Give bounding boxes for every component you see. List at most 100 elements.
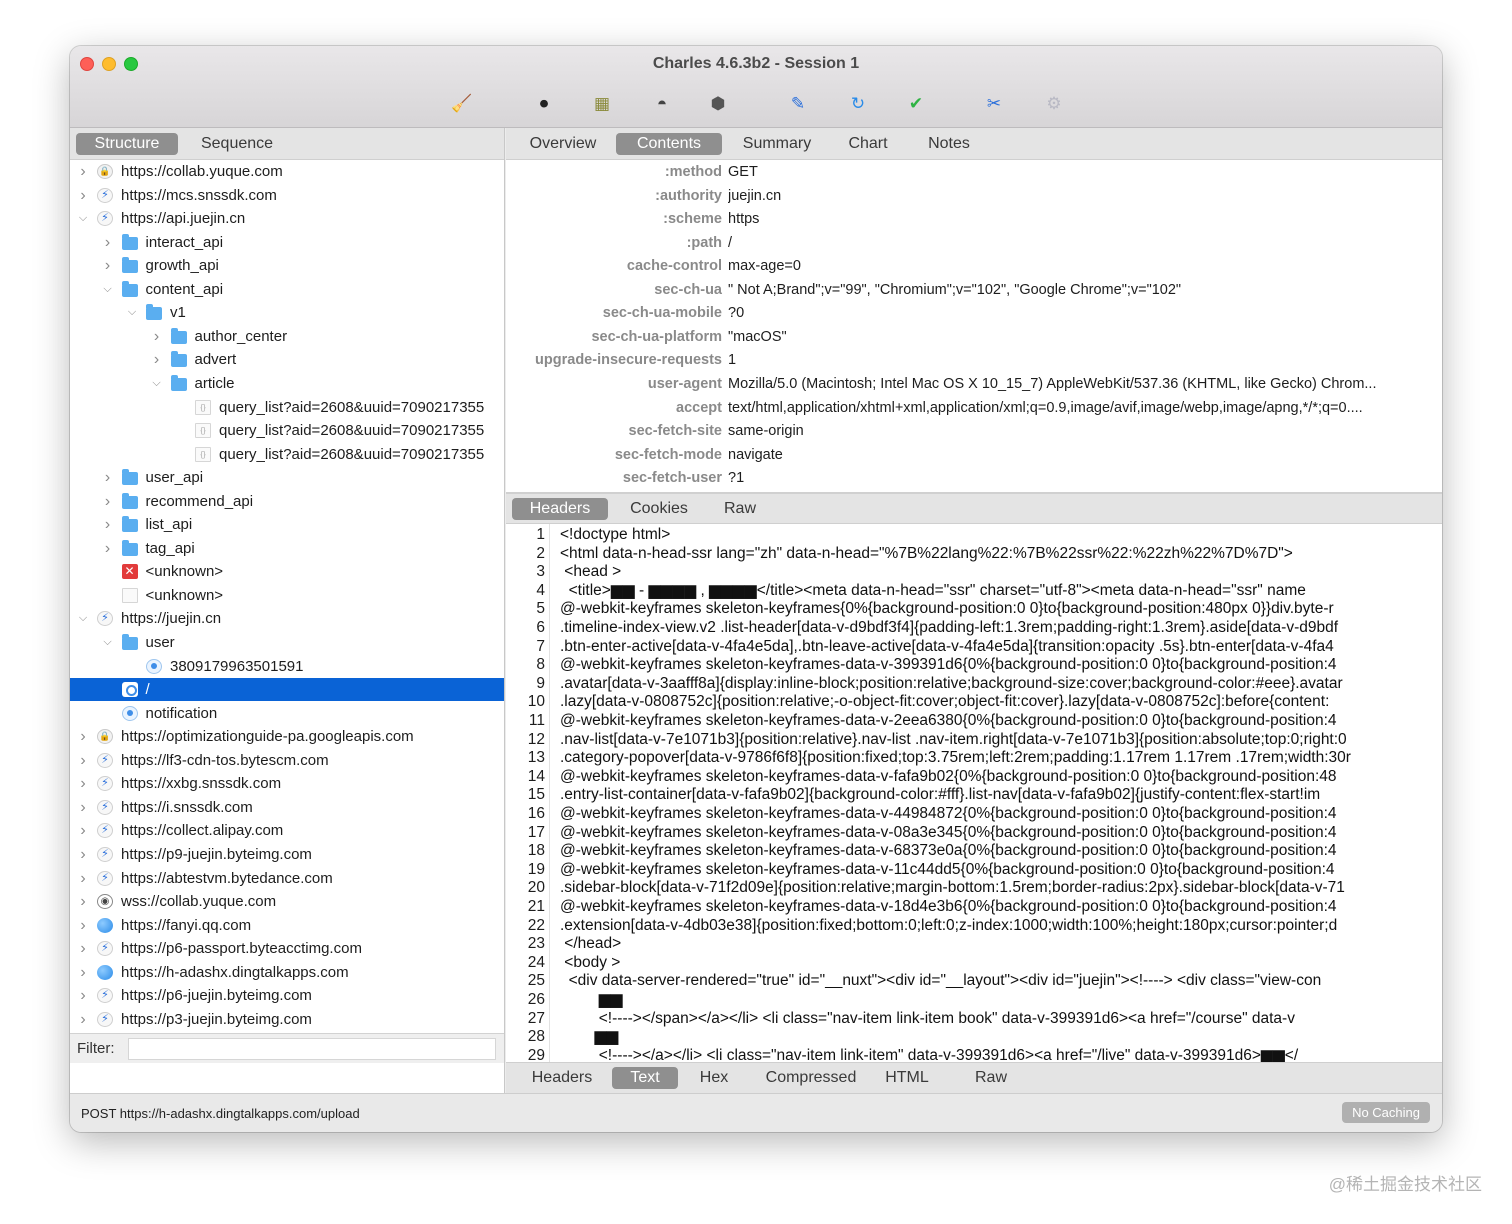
tab-notes[interactable]: Notes bbox=[916, 133, 982, 155]
chevron-right-icon[interactable]: › bbox=[77, 1008, 89, 1031]
subtab-cookies[interactable]: Cookies bbox=[616, 498, 702, 520]
tree-row[interactable]: › ⚡ https://xxbg.snssdk.com bbox=[70, 772, 504, 795]
subtab-headers[interactable]: Headers bbox=[512, 498, 608, 520]
header-row[interactable]: :scheme https bbox=[506, 208, 1442, 232]
chevron-right-icon[interactable]: › bbox=[102, 490, 114, 513]
chevron-right-icon[interactable]: › bbox=[102, 513, 114, 536]
chevron-right-icon[interactable]: › bbox=[77, 796, 89, 819]
tree-row[interactable]: notification bbox=[70, 702, 504, 725]
tree-row[interactable]: {} query_list?aid=2608&uuid=7090217355 bbox=[70, 396, 504, 419]
tree-row[interactable]: › ⚡ https://mcs.snssdk.com bbox=[70, 184, 504, 207]
stop-icon[interactable]: ⬢ bbox=[706, 92, 730, 114]
chevron-right-icon[interactable]: › bbox=[77, 819, 89, 842]
header-row[interactable]: sec-ch-ua-platform "macOS" bbox=[506, 326, 1442, 350]
tree-row[interactable]: ⌵ v1 bbox=[70, 301, 504, 324]
chevron-right-icon[interactable]: › bbox=[77, 184, 89, 207]
chevron-right-icon[interactable]: › bbox=[151, 348, 163, 371]
tree-row[interactable]: › ⚡ https://p6-passport.byteacctimg.com bbox=[70, 937, 504, 960]
turtle-icon[interactable]: ◓ bbox=[650, 92, 674, 114]
chevron-right-icon[interactable]: › bbox=[102, 466, 114, 489]
tree-row[interactable]: › ⚡ https://collect.alipay.com bbox=[70, 819, 504, 842]
header-row[interactable]: :authority juejin.cn bbox=[506, 185, 1442, 209]
chevron-down-icon[interactable]: ⌵ bbox=[151, 372, 163, 395]
tree-row[interactable]: {} query_list?aid=2608&uuid=7090217355 bbox=[70, 419, 504, 442]
tree-row[interactable]: ✕ <unknown> bbox=[70, 560, 504, 583]
tree-row[interactable]: › interact_api bbox=[70, 231, 504, 254]
tree-row[interactable]: › tag_api bbox=[70, 537, 504, 560]
settings-icon[interactable]: ⚙ bbox=[1042, 92, 1066, 114]
tree-row[interactable]: › recommend_api bbox=[70, 490, 504, 513]
tab-sequence[interactable]: Sequence bbox=[186, 133, 288, 155]
header-row[interactable]: :path / bbox=[506, 232, 1442, 256]
tree-row[interactable]: ⌵ ⚡ https://juejin.cn bbox=[70, 607, 504, 630]
response-text-view[interactable]: 1 <!doctype html> 2 <html data-n-head-ssr l… bbox=[506, 524, 1442, 1062]
chevron-right-icon[interactable]: › bbox=[77, 749, 89, 772]
chevron-down-icon[interactable]: ⌵ bbox=[77, 207, 89, 230]
chevron-down-icon[interactable]: ⌵ bbox=[77, 607, 89, 630]
tree-row[interactable]: ⌵ article bbox=[70, 372, 504, 395]
tree-row[interactable]: › ⚡ https://p3-juejin.byteimg.com bbox=[70, 1008, 504, 1031]
response-tab-text[interactable]: Text bbox=[612, 1067, 678, 1089]
tree-row[interactable]: › https://fanyi.qq.com bbox=[70, 914, 504, 937]
response-tab-html[interactable]: HTML bbox=[880, 1067, 934, 1089]
response-tab-hex[interactable]: Hex bbox=[686, 1067, 742, 1089]
chevron-down-icon[interactable]: ⌵ bbox=[126, 301, 138, 324]
chevron-down-icon[interactable]: ⌵ bbox=[102, 631, 114, 654]
tree-row[interactable]: › growth_api bbox=[70, 254, 504, 277]
tree-row[interactable]: › https://h-adashx.dingtalkapps.com bbox=[70, 961, 504, 984]
subtab-raw[interactable]: Raw bbox=[712, 498, 768, 520]
tree-row[interactable]: / bbox=[70, 678, 504, 702]
header-row[interactable]: sec-ch-ua-mobile ?0 bbox=[506, 302, 1442, 326]
tree-row[interactable]: ⌵ content_api bbox=[70, 278, 504, 301]
tree-row[interactable]: › ⚡ https://p6-juejin.byteimg.com bbox=[70, 984, 504, 1007]
tree-row[interactable]: 3809179963501591 bbox=[70, 655, 504, 678]
header-row[interactable]: sec-fetch-site same-origin bbox=[506, 420, 1442, 444]
header-row[interactable]: cache-control max-age=0 bbox=[506, 255, 1442, 279]
tools-icon[interactable]: ✂ bbox=[982, 92, 1006, 114]
tab-chart[interactable]: Chart bbox=[838, 133, 898, 155]
chevron-right-icon[interactable]: › bbox=[102, 231, 114, 254]
chevron-right-icon[interactable]: › bbox=[77, 890, 89, 913]
tree-row[interactable]: › user_api bbox=[70, 466, 504, 489]
header-row[interactable]: accept text/html,application/xhtml+xml,ap… bbox=[506, 397, 1442, 421]
tree-row[interactable]: › ⚡ https://i.snssdk.com bbox=[70, 796, 504, 819]
chevron-right-icon[interactable]: › bbox=[77, 160, 89, 183]
response-tab-headers[interactable]: Headers bbox=[514, 1067, 610, 1089]
header-row[interactable]: sec-ch-ua " Not A;Brand";v="99", "Chromiu… bbox=[506, 279, 1442, 303]
pen-icon[interactable]: ✎ bbox=[786, 92, 810, 114]
chevron-right-icon[interactable]: › bbox=[77, 843, 89, 866]
tree-row[interactable]: › ⚡ https://lf3-cdn-tos.bytescm.com bbox=[70, 749, 504, 772]
refresh-icon[interactable]: ↻ bbox=[846, 92, 870, 114]
header-row[interactable]: upgrade-insecure-requests 1 bbox=[506, 349, 1442, 373]
chevron-right-icon[interactable]: › bbox=[77, 914, 89, 937]
header-row[interactable]: :method GET bbox=[506, 161, 1442, 185]
header-row[interactable]: sec-fetch-user ?1 bbox=[506, 467, 1442, 491]
chevron-down-icon[interactable]: ⌵ bbox=[102, 278, 114, 301]
chevron-right-icon[interactable]: › bbox=[77, 772, 89, 795]
tree-row[interactable]: › advert bbox=[70, 348, 504, 371]
no-caching-badge[interactable]: No Caching bbox=[1342, 1102, 1430, 1123]
check-icon[interactable]: ✔ bbox=[904, 92, 928, 114]
tree-row[interactable]: › ⚡ https://p9-juejin.byteimg.com bbox=[70, 843, 504, 866]
tree-row[interactable]: › 🔒 https://optimizationguide-pa.googleapi… bbox=[70, 725, 504, 748]
tree-row[interactable]: <unknown> bbox=[70, 584, 504, 607]
tree-row[interactable]: ⌵ user bbox=[70, 631, 504, 654]
filter-input[interactable] bbox=[128, 1038, 496, 1060]
tree-row[interactable]: › ⚡ https://abtestvm.bytedance.com bbox=[70, 867, 504, 890]
tab-overview[interactable]: Overview bbox=[520, 133, 606, 155]
tree-row[interactable]: {} query_list?aid=2608&uuid=7090217355 bbox=[70, 443, 504, 466]
throttle-icon[interactable]: ▦ bbox=[590, 92, 614, 114]
tree-row[interactable]: › author_center bbox=[70, 325, 504, 348]
chevron-right-icon[interactable]: › bbox=[77, 867, 89, 890]
tree-row[interactable]: ⌵ ⚡ https://api.juejin.cn bbox=[70, 207, 504, 230]
chevron-right-icon[interactable]: › bbox=[77, 961, 89, 984]
chevron-right-icon[interactable]: › bbox=[77, 937, 89, 960]
chevron-right-icon[interactable]: › bbox=[102, 254, 114, 277]
chevron-right-icon[interactable]: › bbox=[77, 725, 89, 748]
tree-row[interactable]: › list_api bbox=[70, 513, 504, 536]
tree-row[interactable]: › ◉ wss://collab.yuque.com bbox=[70, 890, 504, 913]
header-row[interactable]: sec-fetch-mode navigate bbox=[506, 444, 1442, 468]
tree-row[interactable]: › 🔒 https://collab.yuque.com bbox=[70, 160, 504, 183]
tab-summary[interactable]: Summary bbox=[732, 133, 822, 155]
chevron-right-icon[interactable]: › bbox=[151, 325, 163, 348]
